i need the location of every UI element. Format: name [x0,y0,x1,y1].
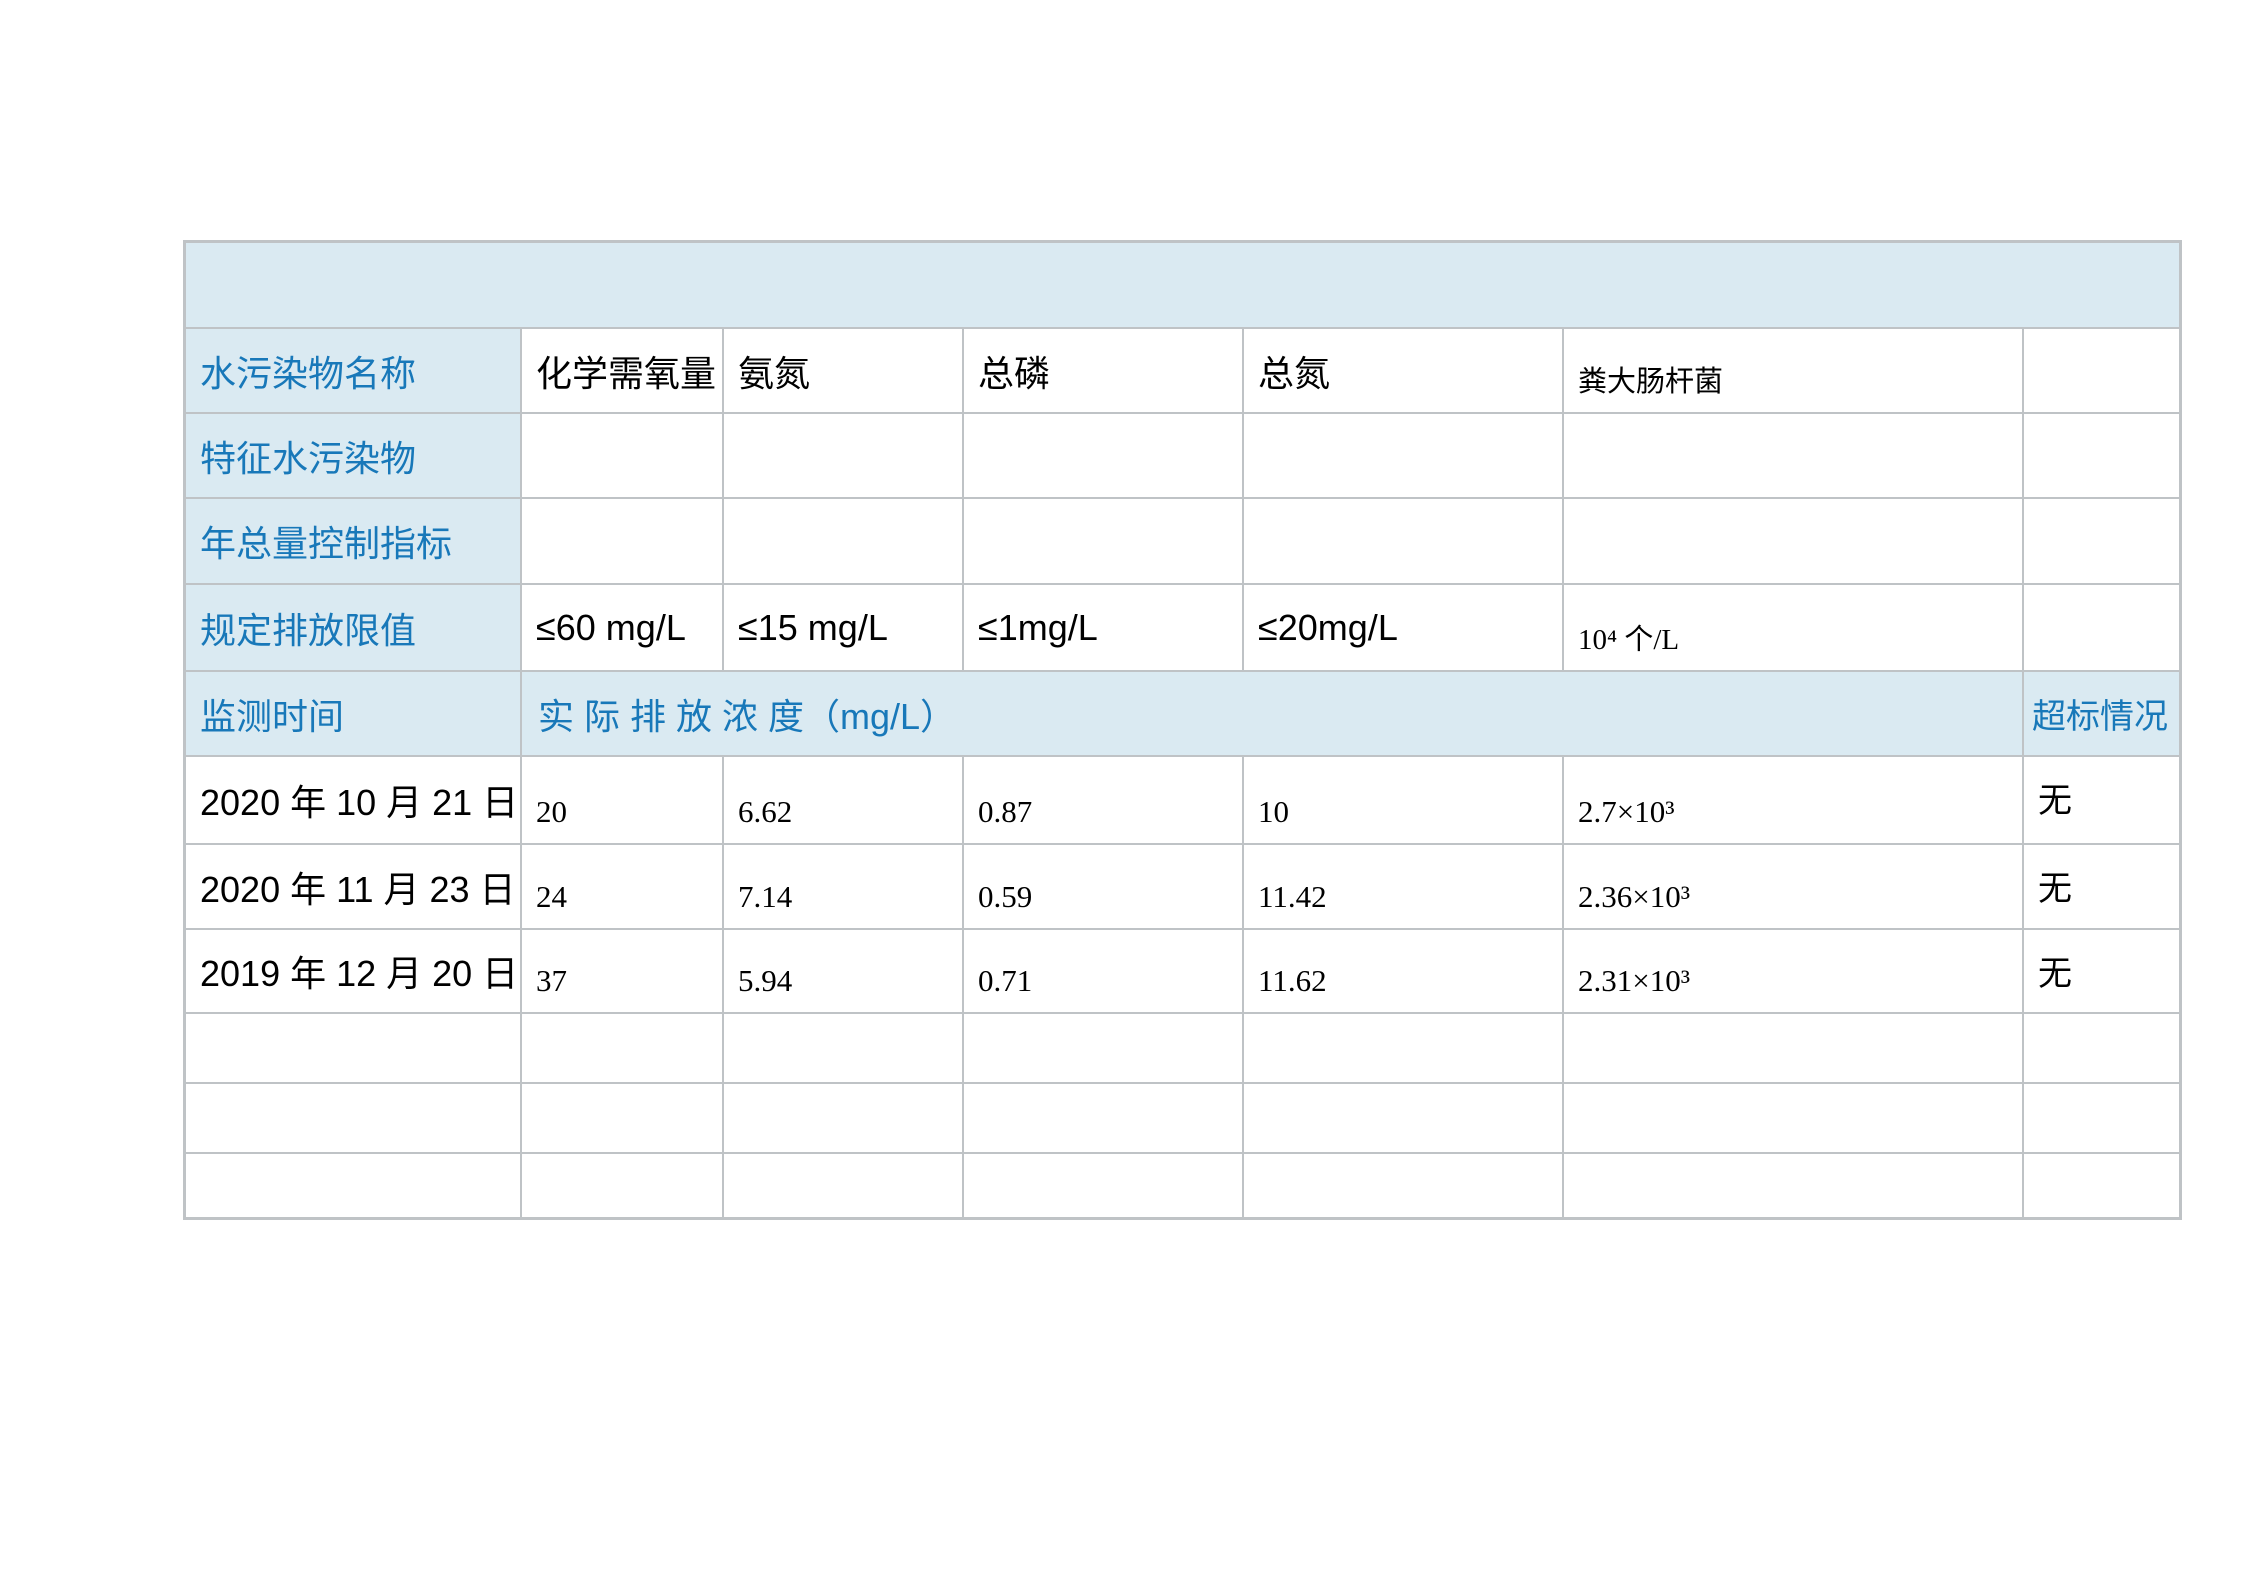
actual-discharge-concentration-header: 实 际 排 放 浓 度（mg/L） [522,672,2022,755]
empty-cell [186,1014,520,1082]
characteristic-cell [2024,414,2179,497]
limit-total-nitrogen: ≤20mg/L [1244,585,1562,670]
empty-cell [2024,1154,2179,1217]
row-label-annual-total-control: 年总量控制指标 [186,499,520,583]
empty-cell [964,1084,1242,1152]
value-cod: 37 [522,930,722,1012]
characteristic-cell [964,414,1242,497]
value-ammonia: 5.94 [724,930,962,1012]
exceedance-status-header: 超标情况 [2024,672,2179,755]
limit-total-phosphorus: ≤1mg/L [964,585,1242,670]
empty-cell [1564,1084,2022,1152]
annual-total-cell [2024,499,2179,583]
characteristic-cell [1244,414,1562,497]
annual-total-cell [522,499,722,583]
empty-cell [522,1014,722,1082]
pollutant-name-fecal-coliform: 粪大肠杆菌 [1564,329,2022,412]
exceedance-value: 无 [2024,757,2179,843]
empty-cell [522,1154,722,1217]
value-total-phosphorus: 0.87 [964,757,1242,843]
empty-cell [186,1084,520,1152]
empty-cell [1244,1084,1562,1152]
value-fecal-coliform: 2.31×10³ [1564,930,2022,1012]
monitor-date: 2020 年 10 月 21 日 [186,757,520,843]
value-ammonia: 6.62 [724,757,962,843]
characteristic-cell [522,414,722,497]
annual-total-cell [724,499,962,583]
characteristic-cell [1564,414,2022,497]
annual-total-cell [964,499,1242,583]
row-label-monitoring-time: 监测时间 [186,672,520,755]
annual-total-cell [1244,499,1562,583]
limit-empty [2024,585,2179,670]
empty-cell [1564,1014,2022,1082]
monitor-date: 2020 年 11 月 23 日 [186,845,520,928]
value-cod: 20 [522,757,722,843]
empty-cell [2024,1014,2179,1082]
empty-cell [1244,1014,1562,1082]
exceedance-value: 无 [2024,845,2179,928]
table-title-band [186,243,2179,327]
empty-cell [724,1154,962,1217]
pollutant-name-ammonia: 氨氮 [724,329,962,412]
value-fecal-coliform: 2.36×10³ [1564,845,2022,928]
empty-cell [186,1154,520,1217]
monitor-date: 2019 年 12 月 20 日 [186,930,520,1012]
limit-cod: ≤60 mg/L [522,585,722,670]
value-total-nitrogen: 11.62 [1244,930,1562,1012]
value-total-phosphorus: 0.71 [964,930,1242,1012]
value-cod: 24 [522,845,722,928]
annual-total-cell [1564,499,2022,583]
empty-cell [1244,1154,1562,1217]
value-total-nitrogen: 10 [1244,757,1562,843]
characteristic-cell [724,414,962,497]
pollutant-name-total-nitrogen: 总氮 [1244,329,1562,412]
row-label-discharge-limit: 规定排放限值 [186,585,520,670]
water-pollutant-monitoring-table: 水污染物名称 化学需氧量 氨氮 总磷 总氮 粪大肠杆菌 特征水污染物 年总量控制… [183,240,2182,1220]
value-total-phosphorus: 0.59 [964,845,1242,928]
pollutant-name-cod: 化学需氧量 [522,329,722,412]
row-label-characteristic-pollutant: 特征水污染物 [186,414,520,497]
empty-cell [964,1014,1242,1082]
empty-cell [724,1084,962,1152]
value-fecal-coliform: 2.7×10³ [1564,757,2022,843]
value-total-nitrogen: 11.42 [1244,845,1562,928]
empty-cell [964,1154,1242,1217]
empty-cell [2024,1084,2179,1152]
pollutant-name-empty [2024,329,2179,412]
empty-cell [522,1084,722,1152]
pollutant-name-total-phosphorus: 总磷 [964,329,1242,412]
row-label-pollutant-name: 水污染物名称 [186,329,520,412]
document-page: 水污染物名称 化学需氧量 氨氮 总磷 总氮 粪大肠杆菌 特征水污染物 年总量控制… [0,0,2245,1587]
value-ammonia: 7.14 [724,845,962,928]
empty-cell [724,1014,962,1082]
exceedance-value: 无 [2024,930,2179,1012]
limit-ammonia: ≤15 mg/L [724,585,962,670]
empty-cell [1564,1154,2022,1217]
limit-fecal-coliform: 10⁴ 个/L [1564,585,2022,670]
